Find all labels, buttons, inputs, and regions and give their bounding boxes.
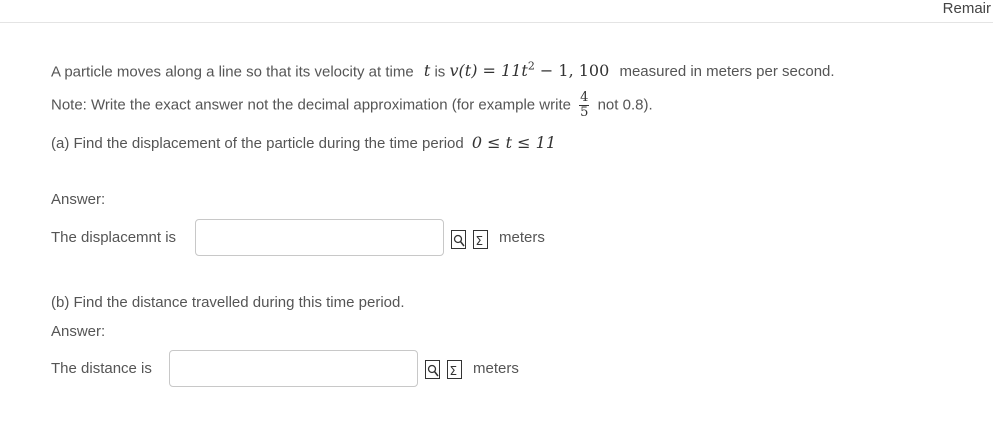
intro-prefix: A particle moves along a line so that it…	[51, 63, 414, 81]
question-intro: A particle moves along a line so that it…	[51, 60, 835, 80]
part-b-answer-label: Answer:	[51, 323, 106, 340]
example-fraction: 4 5	[579, 90, 590, 120]
preview-icon[interactable]	[425, 360, 440, 379]
intro-suffix: measured in meters per second.	[619, 63, 835, 81]
equation-editor-icon[interactable]: Σ	[473, 230, 488, 249]
remaining-time-label: Remair	[942, 0, 991, 17]
top-bar: Remair	[0, 0, 993, 23]
note-suffix: not 0.8).	[597, 96, 653, 114]
part-a-text: (a) Find the displacement of the particl…	[51, 135, 464, 152]
part-a-interval: 0 ≤ t ≤ 11	[471, 133, 557, 152]
velocity-formula: v(t) = 11t2 − 1, 100	[449, 60, 610, 81]
part-a-question: (a) Find the displacement of the particl…	[51, 133, 556, 152]
preview-icon[interactable]	[451, 230, 466, 249]
note-prefix: Note: Write the exact answer not the dec…	[51, 96, 571, 114]
displacement-unit: meters	[499, 229, 545, 246]
svg-text:Σ: Σ	[476, 234, 484, 248]
svg-text:Σ: Σ	[450, 364, 458, 378]
is-word: is	[434, 63, 446, 81]
distance-unit: meters	[473, 360, 519, 377]
distance-label: The distance is	[51, 360, 152, 377]
part-b-question: (b) Find the distance travelled during t…	[51, 294, 405, 311]
question-note: Note: Write the exact answer not the dec…	[51, 91, 653, 120]
equation-editor-icon[interactable]: Σ	[447, 360, 462, 379]
distance-input[interactable]	[169, 350, 418, 387]
part-a-answer-label: Answer:	[51, 191, 106, 208]
displacement-label: The displacemnt is	[51, 229, 177, 246]
time-variable: t	[423, 61, 431, 81]
displacement-input[interactable]	[195, 219, 444, 256]
